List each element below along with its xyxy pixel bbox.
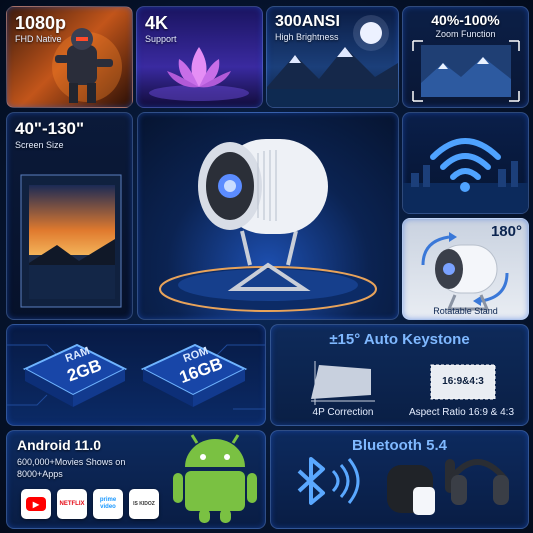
keystone-left-caption: 4P Correction xyxy=(312,407,374,418)
prime-video-label: prime video xyxy=(99,497,117,510)
kidoz-label: IS KIDOZ xyxy=(133,501,155,507)
tile-300ansi: 300ANSI High Brightness xyxy=(266,6,399,108)
bluetooth-devices-illustration xyxy=(297,457,509,515)
tile-screen-size: 40"-130" Screen Size xyxy=(6,112,133,320)
youtube-play-glyph: ▶ xyxy=(26,497,46,511)
tile-rotatable-title: 180° xyxy=(490,223,522,240)
prime-video-icon: prime video xyxy=(93,489,123,519)
tile-keystone: ±15° Auto Keystone 16:9&4:3 4P Correctio… xyxy=(270,324,529,426)
tile-4k: 4K Support xyxy=(136,6,263,108)
netflix-icon: NETFLIX xyxy=(57,489,87,519)
tile-zoom-title: 40%-100% xyxy=(431,12,500,28)
tile-300ansi-subtitle: High Brightness xyxy=(275,32,339,42)
tile-4k-subtitle: Support xyxy=(145,34,177,44)
wifi-icon xyxy=(403,138,528,213)
aspect-ratio-box-label: 16:9&4:3 xyxy=(442,376,484,387)
tile-4k-title: 4K xyxy=(145,13,169,33)
kidoz-icon: IS KIDOZ xyxy=(129,489,159,519)
tile-rotatable-subtitle: Rotatable Stand xyxy=(433,306,498,316)
tile-android: Android 11.0 600,000+Movies Shows on 800… xyxy=(6,430,266,529)
tile-memory: RAM 2GB ROM 16GB xyxy=(6,324,266,426)
circuit-board-illustration xyxy=(7,343,265,410)
tile-bluetooth: Bluetooth 5.4 xyxy=(270,430,529,529)
youtube-icon: ▶ xyxy=(21,489,51,519)
tile-screen-size-subtitle: Screen Size xyxy=(15,140,64,150)
tile-1080p: 1080p FHD Native xyxy=(6,6,133,108)
product-infographic: 1080p FHD Native 4K Support 300ANSI High… xyxy=(0,0,533,533)
tile-wifi xyxy=(402,112,529,214)
tile-1080p-subtitle: FHD Native xyxy=(15,34,62,44)
tile-1080p-title: 1080p xyxy=(15,13,67,33)
projector-illustration xyxy=(159,139,377,312)
tile-projector-hero xyxy=(137,112,399,320)
tile-zoom: 40%-100% Zoom Function xyxy=(402,6,529,108)
netflix-label: NETFLIX xyxy=(59,501,85,507)
tile-zoom-subtitle: Zoom Function xyxy=(435,29,496,39)
keystone-right-caption: Aspect Ratio 16:9 & 4:3 xyxy=(408,407,515,418)
tile-300ansi-title: 300ANSI xyxy=(275,13,340,30)
tile-rotatable: 180° Rotatable Stand xyxy=(402,218,529,320)
tile-screen-size-title: 40"-130" xyxy=(15,119,85,138)
